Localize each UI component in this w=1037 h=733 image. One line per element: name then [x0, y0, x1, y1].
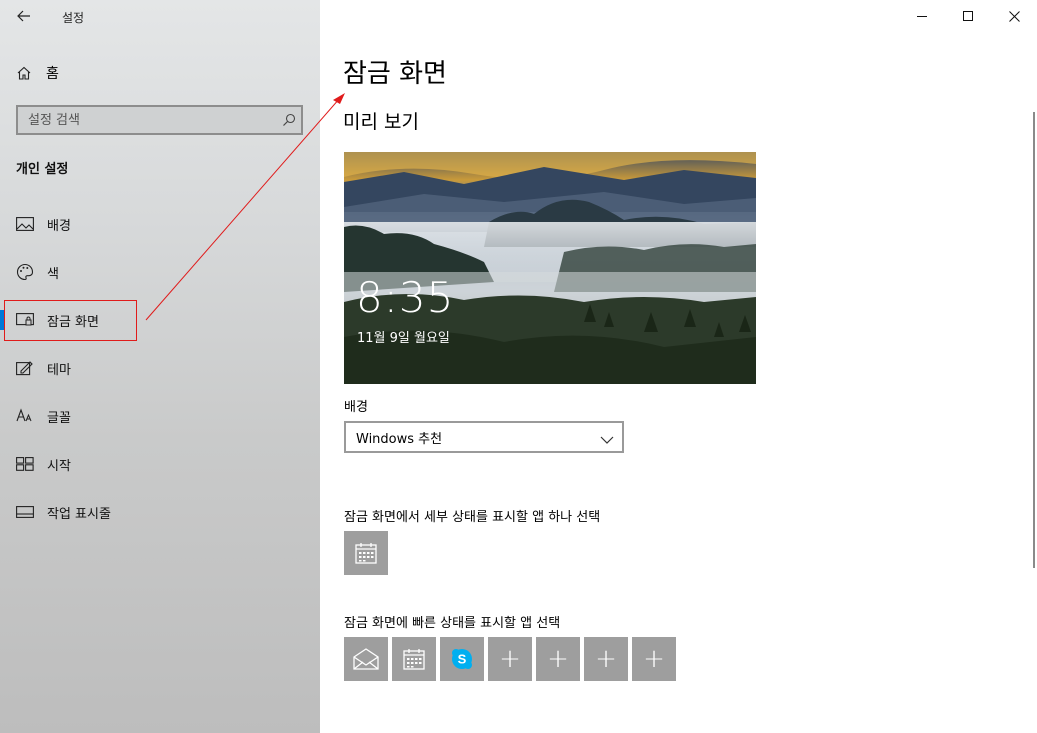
annotation-highlight-box	[4, 300, 137, 341]
close-icon	[1008, 10, 1020, 22]
search-box[interactable]	[16, 105, 303, 135]
page-title: 잠금 화면	[343, 59, 447, 89]
section-title: 개인 설정	[16, 162, 69, 177]
quick-status-skype-button[interactable]: S	[440, 637, 484, 681]
quick-status-calendar-button[interactable]	[392, 637, 436, 681]
calendar-icon	[355, 543, 377, 564]
theme-brush-icon	[16, 359, 34, 377]
sidebar-item-fonts[interactable]: 글꼴	[0, 396, 320, 436]
detail-status-label: 잠금 화면에서 세부 상태를 표시할 앱 하나 선택	[344, 510, 601, 525]
nav-home-label: 홈	[46, 66, 59, 82]
plus-icon: +	[547, 644, 569, 674]
maximize-icon	[962, 10, 973, 21]
quick-status-add-button[interactable]: +	[536, 637, 580, 681]
detail-status-app-button[interactable]	[344, 531, 388, 575]
preview-date: 11월 9일 월요일	[357, 331, 450, 346]
sidebar-item-label: 글꼴	[47, 410, 71, 426]
start-grid-icon	[16, 455, 34, 473]
skype-icon: S	[452, 649, 472, 669]
quick-status-add-button[interactable]: +	[632, 637, 676, 681]
background-dropdown[interactable]: Windows 추천	[344, 421, 624, 453]
calendar-icon	[403, 649, 425, 670]
taskbar-icon	[16, 503, 34, 521]
sidebar-item-label: 배경	[47, 218, 71, 234]
title-bar: 설정	[0, 0, 320, 32]
home-icon	[17, 66, 31, 80]
sidebar-item-background[interactable]: 배경	[0, 204, 320, 244]
nav-home[interactable]: 홈	[16, 62, 59, 84]
back-button[interactable]	[10, 4, 38, 28]
maximize-button[interactable]	[945, 0, 991, 32]
sidebar-item-color[interactable]: 색	[0, 252, 320, 292]
sidebar-item-label: 색	[47, 266, 59, 282]
quick-status-mail-button[interactable]	[344, 637, 388, 681]
quick-status-label: 잠금 화면에 빠른 상태를 표시할 앱 선택	[344, 616, 561, 631]
back-arrow-icon	[17, 10, 30, 22]
scrollbar[interactable]	[1033, 112, 1035, 568]
search-icon[interactable]	[277, 108, 301, 132]
background-label: 배경	[344, 400, 368, 415]
sidebar-item-label: 시작	[47, 458, 71, 474]
preview-heading: 미리 보기	[343, 111, 419, 133]
minimize-icon	[916, 15, 927, 17]
sidebar-item-label: 테마	[47, 362, 71, 378]
plus-icon: +	[499, 644, 521, 674]
lock-screen-preview: 8:35 11월 9일 월요일	[344, 152, 756, 384]
preview-clock: 8:35	[356, 273, 455, 322]
sidebar-item-taskbar[interactable]: 작업 표시줄	[0, 492, 320, 532]
mail-icon	[353, 648, 379, 670]
sidebar-item-theme[interactable]: 테마	[0, 348, 320, 388]
chevron-down-icon	[600, 430, 614, 449]
landscape-image	[344, 152, 756, 384]
quick-status-add-button[interactable]: +	[584, 637, 628, 681]
sidebar-item-start[interactable]: 시작	[0, 444, 320, 484]
search-input[interactable]	[18, 107, 277, 133]
sidebar-item-label: 작업 표시줄	[47, 506, 111, 522]
sidebar: 설정 홈 개인 설정 배경 색 잠금 화면 테마	[0, 0, 320, 733]
app-title: 설정	[62, 11, 85, 25]
window-controls	[899, 0, 1037, 32]
picture-icon	[16, 215, 34, 233]
palette-icon	[16, 263, 34, 281]
minimize-button[interactable]	[899, 0, 945, 32]
quick-status-add-button[interactable]: +	[488, 637, 532, 681]
close-button[interactable]	[991, 0, 1037, 32]
svg-text:S: S	[458, 652, 467, 667]
main-content: 잠금 화면 미리 보기 8:35 11월 9일 월요일 배경 Windows 추…	[320, 0, 1037, 733]
background-dropdown-value: Windows 추천	[356, 431, 443, 447]
plus-icon: +	[643, 644, 665, 674]
plus-icon: +	[595, 644, 617, 674]
font-icon	[16, 407, 34, 425]
